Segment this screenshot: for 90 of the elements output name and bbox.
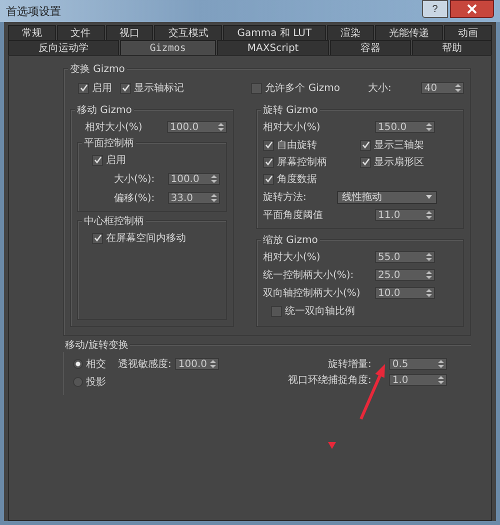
dropdown[interactable]: 线性拖动 bbox=[337, 190, 437, 204]
close-button[interactable] bbox=[450, 0, 494, 18]
radio-label: 投影 bbox=[86, 376, 106, 389]
checkbox[interactable] bbox=[251, 82, 262, 94]
group-title: 移动 Gizmo bbox=[75, 103, 134, 117]
field-label: 相对大小(%) bbox=[263, 120, 322, 134]
tab[interactable]: 动画 bbox=[444, 25, 492, 40]
spinner-field[interactable]: 0.5 bbox=[389, 358, 448, 370]
tab[interactable]: 光能传递 bbox=[375, 25, 444, 40]
tab[interactable]: 常规 bbox=[8, 25, 56, 40]
checkbox[interactable] bbox=[92, 232, 103, 244]
spinner-field[interactable]: 150.0 bbox=[375, 121, 435, 133]
tab[interactable]: 反向运动学 bbox=[8, 40, 119, 55]
radio-label: 相交 bbox=[86, 358, 106, 371]
field-label: 统一控制柄大小(%): bbox=[263, 268, 355, 282]
spinner-arrows-icon[interactable] bbox=[426, 122, 432, 132]
tab[interactable]: 帮助 bbox=[412, 40, 492, 55]
checkbox-label: 显示三轴架 bbox=[374, 138, 424, 152]
checkbox[interactable] bbox=[360, 156, 371, 168]
checkbox-label: 统一双向轴比例 bbox=[285, 304, 355, 318]
checkbox[interactable] bbox=[360, 140, 371, 150]
tab[interactable]: 渲染 bbox=[326, 25, 374, 40]
spinner-field[interactable]: 33.0 bbox=[168, 192, 220, 204]
field-label: 相对大小(%) bbox=[263, 250, 322, 264]
checkbox-label: 自由旋转 bbox=[277, 138, 317, 152]
field-label: 双向轴控制柄大小(%) bbox=[263, 286, 362, 300]
field-label: 偏移(%): bbox=[114, 192, 156, 205]
radio-button[interactable] bbox=[73, 359, 83, 369]
field-label: 相对大小(%) bbox=[85, 120, 144, 134]
group-title: 缩放 Gizmo bbox=[261, 233, 320, 247]
spinner-arrows-icon[interactable] bbox=[455, 83, 461, 93]
checkbox[interactable] bbox=[78, 82, 89, 94]
spinner-field[interactable]: 1.0 bbox=[389, 374, 448, 386]
cursor-mark bbox=[328, 442, 336, 450]
spinner-arrows-icon[interactable] bbox=[211, 174, 217, 184]
tab[interactable]: 文件 bbox=[56, 25, 105, 40]
checkbox-label: 在屏幕空间内移动 bbox=[106, 232, 186, 245]
checkbox[interactable] bbox=[263, 174, 274, 184]
tab[interactable]: 交互模式 bbox=[154, 25, 222, 40]
window-title: 首选项设置 bbox=[6, 4, 61, 18]
help-button[interactable]: ? bbox=[422, 0, 448, 18]
checkbox[interactable] bbox=[263, 156, 274, 168]
field-label: 平面角度阈值 bbox=[263, 208, 324, 222]
spinner-arrows-icon[interactable] bbox=[438, 359, 444, 369]
group-title: 平面控制柄 bbox=[82, 136, 136, 150]
checkbox-label: 允许多个 Gizmo bbox=[265, 82, 340, 95]
tab[interactable]: Gamma 和 LUT bbox=[223, 25, 326, 40]
tab[interactable]: Gizmos bbox=[120, 40, 216, 55]
field-label: 视口环绕捕捉角度: bbox=[287, 374, 372, 387]
tab[interactable]: 容器 bbox=[330, 40, 411, 55]
spinner-field[interactable]: 100.0 bbox=[168, 173, 220, 185]
spinner-field[interactable]: 55.0 bbox=[375, 251, 435, 263]
group-title: 中心框控制柄 bbox=[82, 214, 146, 228]
spinner-arrows-icon[interactable] bbox=[426, 210, 432, 220]
checkbox[interactable] bbox=[120, 82, 131, 94]
radio-button[interactable] bbox=[73, 377, 83, 387]
checkbox-label: 显示轴标记 bbox=[134, 82, 184, 95]
checkbox[interactable] bbox=[263, 140, 274, 150]
field-label: 大小: bbox=[368, 82, 392, 95]
spinner-arrows-icon[interactable] bbox=[218, 122, 224, 132]
spinner-arrows-icon[interactable] bbox=[438, 375, 444, 385]
spinner-field[interactable]: 100.0 bbox=[175, 358, 220, 370]
tab[interactable]: MAXScript bbox=[217, 40, 329, 55]
spinner-field[interactable]: 25.0 bbox=[375, 269, 435, 281]
dropdown-arrow-icon[interactable] bbox=[426, 195, 432, 199]
spinner-arrows-icon[interactable] bbox=[210, 359, 216, 369]
field-label: 大小(%): bbox=[114, 172, 156, 186]
group-title: 变换 Gizmo bbox=[68, 62, 127, 76]
field-label: 旋转方法: bbox=[263, 190, 308, 204]
group-title: 移动/旋转变换 bbox=[63, 338, 130, 352]
spinner-arrows-icon[interactable] bbox=[211, 193, 217, 203]
checkbox[interactable] bbox=[271, 306, 282, 316]
spinner-arrows-icon[interactable] bbox=[426, 288, 432, 298]
spinner-arrows-icon[interactable] bbox=[426, 252, 432, 262]
checkbox-label: 启用 bbox=[106, 154, 126, 167]
group-title: 旋转 Gizmo bbox=[261, 103, 320, 117]
spinner-field[interactable]: 100.0 bbox=[167, 121, 227, 133]
tab[interactable]: 视口 bbox=[106, 25, 154, 40]
field-label: 旋转增量: bbox=[327, 358, 372, 371]
spinner-field[interactable]: 40 bbox=[421, 82, 464, 94]
checkbox[interactable] bbox=[92, 154, 103, 166]
spinner-arrows-icon[interactable] bbox=[426, 270, 432, 280]
checkbox-label: 屏幕控制柄 bbox=[277, 156, 327, 169]
spinner-field[interactable]: 10.0 bbox=[375, 287, 435, 299]
close-icon[interactable] bbox=[467, 4, 477, 14]
checkbox-label: 启用 bbox=[92, 82, 112, 95]
checkbox-label: 显示扇形区 bbox=[374, 156, 424, 169]
field-label: 透视敏感度: bbox=[118, 358, 172, 371]
spinner-field[interactable]: 11.0 bbox=[375, 209, 435, 221]
checkbox-label: 角度数据 bbox=[277, 172, 317, 186]
